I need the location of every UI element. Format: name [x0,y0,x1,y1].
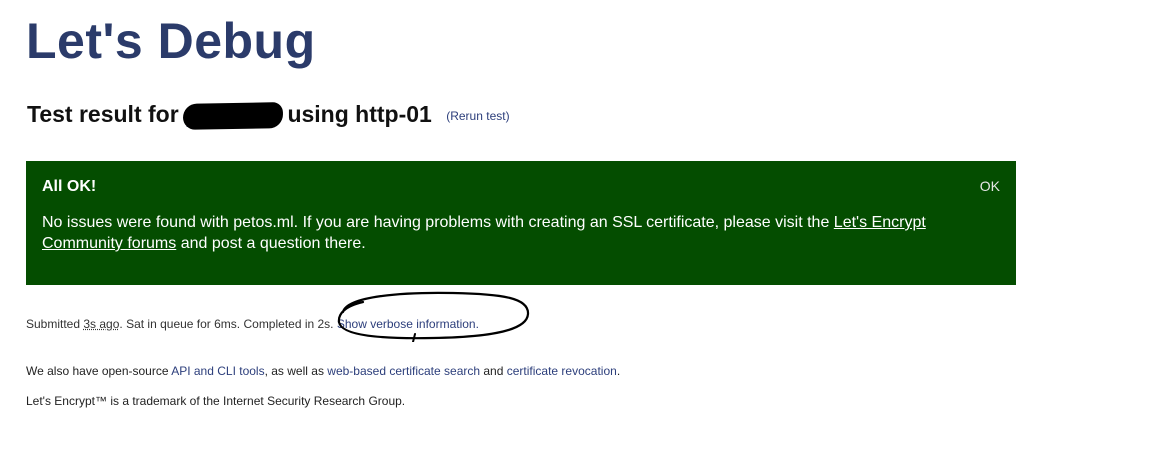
status-title: All OK! [42,178,97,195]
result-heading: Test result for p l using http-01 (Rerun… [27,101,510,130]
api-cli-tools-link[interactable]: API and CLI tools [171,364,264,378]
tools-and: and [480,364,507,378]
status-panel: All OK! OK No issues were found with pet… [26,161,1016,285]
queue-info: . Sat in queue for 6ms. Completed in 2s. [119,317,337,331]
tools-end: . [616,364,621,378]
hand-drawn-circle-annotation [337,291,530,342]
certificate-revocation-link[interactable]: certificate revocation [507,364,617,378]
redaction-mark [182,102,284,130]
tools-line: We also have open-source API and CLI too… [26,364,620,378]
site-title: Let's Debug [26,13,316,69]
submission-meta: Submitted 3s ago. Sat in queue for 6ms. … [26,317,479,331]
submitted-time: 3s ago [83,317,120,331]
verbose-info-link[interactable]: Show verbose information. [337,317,479,331]
trademark-notice: Let's Encrypt™ is a trademark of the Int… [26,394,406,408]
status-message-end: and post a question there. [176,235,366,252]
result-suffix: using http-01 [287,101,432,127]
result-prefix: Test result for [27,101,179,127]
domain-link[interactable]: p l [182,101,284,130]
tools-middle: , as well as [264,364,328,378]
certificate-search-link[interactable]: web-based certificate search [327,364,480,378]
status-message-text: No issues were found with petos.ml. If y… [42,214,834,231]
status-badge: OK [979,178,1000,194]
rerun-test-link[interactable]: (Rerun test) [446,109,509,123]
submitted-label: Submitted [26,317,84,331]
tools-prefix: We also have open-source [26,364,172,378]
status-message: No issues were found with petos.ml. If y… [42,212,992,254]
